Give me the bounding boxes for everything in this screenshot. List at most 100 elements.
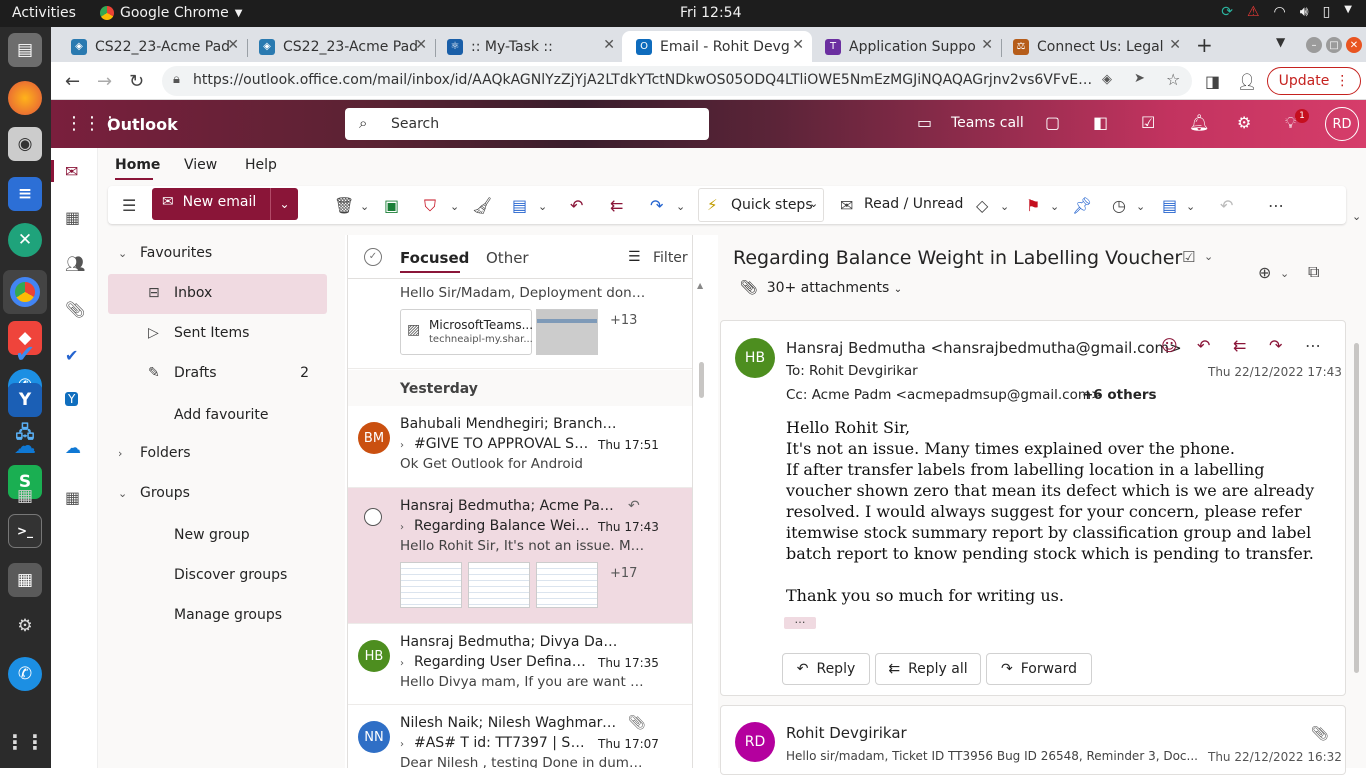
close-window-icon[interactable]: ✕ — [1346, 37, 1362, 53]
yammer-app-icon[interactable]: Y — [8, 383, 42, 417]
move-dropdown-icon[interactable]: ⌄ — [538, 200, 547, 213]
teams-call-button[interactable]: Teams call — [951, 115, 1024, 131]
zoom-icon[interactable]: ⊕ — [1258, 263, 1271, 282]
system-tray[interactable]: ⟳ ⚠ ◠ 🔊︎ ▯ ▼ — [1221, 4, 1352, 20]
flag-icon[interactable]: ⚑ — [1026, 196, 1040, 215]
summary-icon[interactable]: ☑ — [1182, 248, 1195, 266]
tab-close-icon[interactable]: ✕ — [981, 37, 993, 53]
browser-tab-5[interactable]: T Application Suppo ✕ — [811, 31, 1001, 62]
tab-help[interactable]: Help — [245, 157, 277, 173]
power-menu-icon[interactable]: ▼ — [1344, 4, 1352, 20]
summary-dropdown-icon[interactable]: ⌄ — [1204, 250, 1213, 263]
chrome-dock-icon[interactable] — [3, 270, 47, 314]
mail-icon[interactable]: ✉ — [65, 162, 78, 181]
new-tab-button[interactable]: + — [1196, 33, 1213, 57]
url-text[interactable]: https://outlook.office.com/mail/inbox/id… — [193, 72, 1093, 88]
app-menu[interactable]: Google Chrome ▼ — [100, 5, 242, 21]
my-day-icon[interactable]: ☑ — [1141, 113, 1155, 132]
remote-sync-icon[interactable]: ✕ — [8, 223, 42, 257]
new-email-dropdown-icon[interactable]: ⌄ — [270, 188, 298, 220]
attachment-rail-icon[interactable]: 📎︎ — [65, 300, 85, 319]
list-scroll-up-icon[interactable]: ▲ — [697, 281, 703, 290]
files-app-icon[interactable]: ▤ — [8, 33, 42, 67]
forward-icon[interactable]: ↷ — [650, 196, 663, 215]
search-input[interactable]: Search — [391, 116, 439, 132]
tab-focused[interactable]: Focused — [400, 249, 469, 267]
maximize-icon[interactable]: □ — [1326, 37, 1342, 53]
more-actions-icon[interactable]: ⋯ — [1305, 336, 1321, 355]
attachment-thumbnail[interactable] — [400, 562, 462, 608]
pin-icon[interactable]: 📌︎ — [1072, 196, 1092, 215]
battery-icon[interactable]: ▯ — [1323, 4, 1331, 20]
more-attachments-count[interactable]: +13 — [610, 313, 637, 328]
onedrive-icon[interactable]: ☁ — [8, 429, 42, 463]
lock-icon[interactable]: 🔒︎ — [173, 72, 180, 87]
update-button[interactable]: Update ⋮ — [1267, 67, 1361, 95]
tab-other[interactable]: Other — [486, 249, 529, 267]
reply-button[interactable]: ↶ Reply — [782, 653, 870, 685]
phone-app-2-icon[interactable]: ✆ — [8, 657, 42, 691]
todo-rail-icon[interactable]: ✔ — [65, 346, 78, 365]
collapsed-message-card[interactable]: RD Rohit Devgirikar 📎︎ Hello sir/madam, … — [720, 705, 1346, 775]
settings-tools-icon[interactable]: ⚙ — [8, 609, 42, 643]
firefox-icon[interactable] — [8, 81, 42, 115]
folder-drafts[interactable]: ✎ Drafts 2 — [108, 354, 327, 394]
more-options-icon[interactable]: ⋯ — [1268, 196, 1284, 215]
select-checkbox[interactable] — [364, 508, 382, 526]
delete-dropdown-icon[interactable]: ⌄ — [360, 200, 369, 213]
folder-inbox[interactable]: ⊟ Inbox — [108, 274, 327, 314]
todo-app-icon[interactable]: ✔ — [8, 337, 42, 371]
zoom-dropdown-icon[interactable]: ⌄ — [1280, 267, 1289, 280]
rules-dropdown-icon[interactable]: ⌄ — [1186, 200, 1195, 213]
tab-home[interactable]: Home — [115, 157, 160, 173]
browser-tab-3[interactable]: ⚛:: My-Task :: ✕ — [433, 31, 623, 62]
add-favourite-link[interactable]: Add favourite — [174, 407, 269, 423]
forward-button[interactable]: ↷ Forward — [986, 653, 1092, 685]
attachment-thumbnail[interactable] — [468, 562, 530, 608]
attachment-thumbnail[interactable] — [536, 562, 598, 608]
hamburger-icon[interactable]: ☰ — [122, 196, 136, 215]
more-apps-icon[interactable]: ▦ — [65, 488, 80, 507]
browser-tab-2[interactable]: ◈ CS22_23-Acme Pad ✕ — [245, 31, 435, 62]
forward-dropdown-icon[interactable]: ⌄ — [676, 200, 685, 213]
read-unread-icon[interactable]: ✉ — [840, 196, 853, 215]
forward-icon[interactable]: → — [97, 71, 112, 92]
outlook-title[interactable]: Outlook — [107, 115, 178, 134]
table-row[interactable]: Hansraj Bedmutha; Acme Padm; ... ↶ ›Rega… — [348, 488, 692, 624]
word-icon[interactable]: ◧ — [1093, 113, 1108, 132]
snooze-icon[interactable]: ◷ — [1112, 196, 1126, 215]
attachments-toggle[interactable]: 📎︎ 30+ attachments ⌄ — [740, 280, 902, 296]
list-scrollbar-thumb[interactable] — [699, 362, 704, 398]
snooze-dropdown-icon[interactable]: ⌄ — [1136, 200, 1145, 213]
bell-icon[interactable]: 🔔︎ — [1189, 113, 1209, 132]
archive-icon[interactable]: ▣ — [384, 196, 399, 215]
sync-icon[interactable]: ⟳ — [1221, 4, 1233, 20]
sweep-icon[interactable]: 🧹︎ — [472, 196, 492, 215]
rules-icon[interactable]: ▤ — [1162, 196, 1177, 215]
browser-tab-4[interactable]: O Email - Rohit Devg ✕ — [622, 31, 812, 62]
tab-close-icon[interactable]: ✕ — [415, 37, 427, 53]
tab-close-icon[interactable]: ✕ — [603, 37, 615, 53]
back-icon[interactable]: ← — [65, 71, 80, 92]
wifi-icon[interactable]: ◠ — [1274, 4, 1286, 20]
show-quoted-text-icon[interactable]: … — [784, 614, 816, 629]
report-icon[interactable]: ⛉ — [424, 196, 436, 216]
terminal-icon[interactable]: >_ — [8, 514, 42, 548]
tab-close-icon[interactable]: ✕ — [227, 37, 239, 53]
reply-all-icon[interactable]: ⇇ — [610, 196, 623, 215]
bookmark-star-icon[interactable]: ☆ — [1166, 70, 1180, 89]
warning-icon[interactable]: ⚠ — [1247, 4, 1260, 20]
ribbon-collapse-icon[interactable]: ⌄ — [1352, 210, 1361, 223]
tag-dropdown-icon[interactable]: ⌄ — [1000, 200, 1009, 213]
tab-close-icon[interactable]: ✕ — [792, 37, 804, 53]
report-dropdown-icon[interactable]: ⌄ — [450, 200, 459, 213]
reply-icon[interactable]: ↶ — [1197, 336, 1210, 355]
new-email-button[interactable]: ✉ New email ⌄ — [152, 188, 298, 220]
profile-icon[interactable]: 👤︎ — [1237, 72, 1257, 91]
onedrive-rail-icon[interactable]: ☁ — [65, 438, 81, 457]
list-item[interactable]: Hello Sir/Madam, Deployment done b... ▨ … — [348, 279, 692, 369]
delete-icon[interactable]: 🗑︎ — [334, 196, 354, 215]
show-applications-icon[interactable]: ⋮⋮ — [5, 725, 45, 759]
activities-button[interactable]: Activities — [12, 5, 76, 21]
people-icon[interactable]: 👥︎ — [65, 254, 85, 273]
